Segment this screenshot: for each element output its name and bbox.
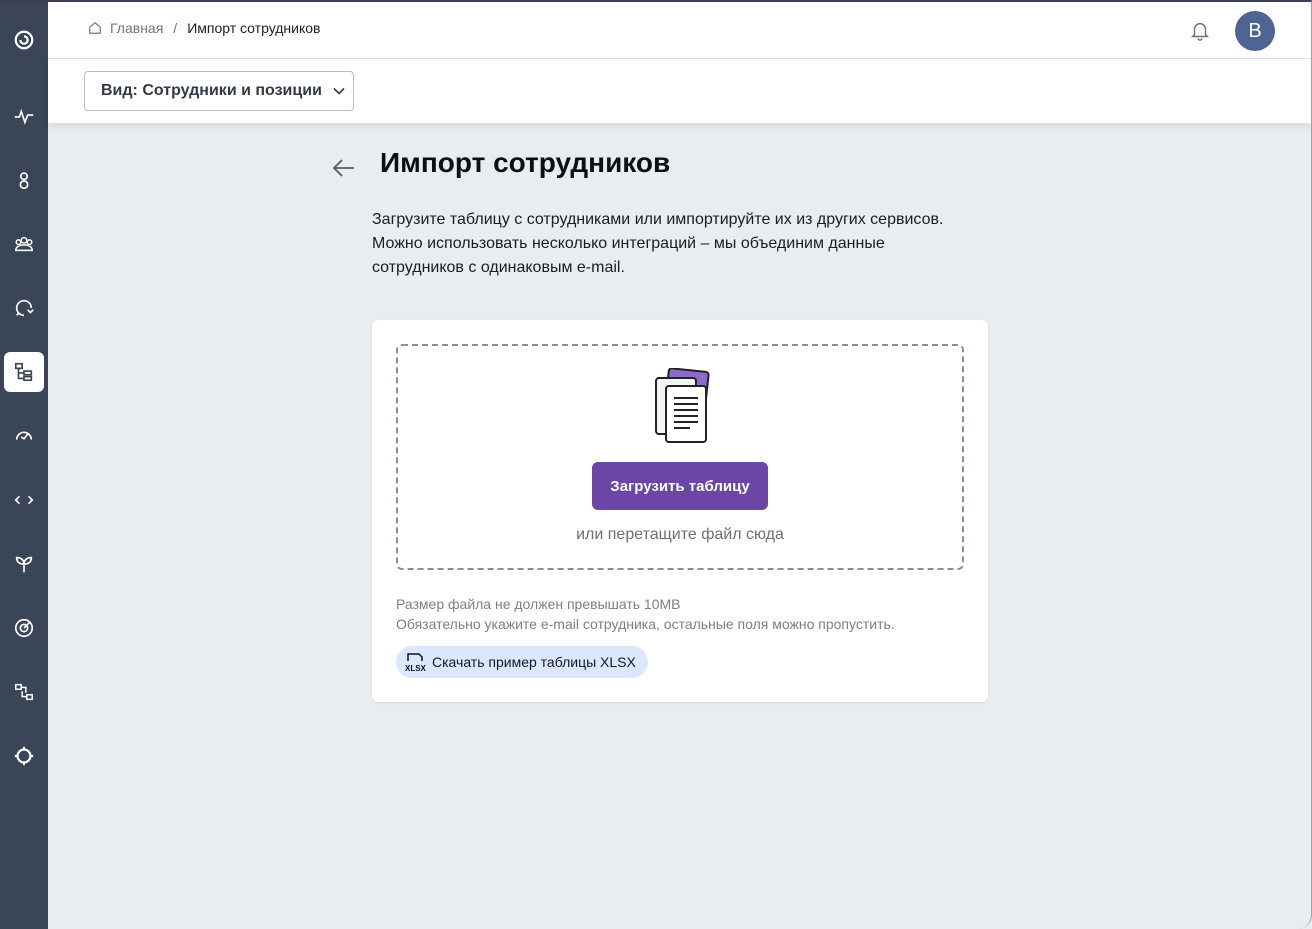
file-hints: Размер файла не должен превышать 10MB Об… [396,594,895,634]
org-structure-icon[interactable] [4,352,44,392]
person-icon[interactable] [4,160,44,200]
integration-icon[interactable] [4,672,44,712]
download-example-button[interactable]: XLSX Скачать пример таблицы XLSX [396,646,648,678]
sidebar [0,2,48,929]
chat-refresh-icon[interactable] [4,288,44,328]
back-arrow-icon[interactable] [332,157,356,179]
target-icon[interactable] [4,608,44,648]
breadcrumb-home-link[interactable]: Главная [110,20,163,36]
logo-spiral-icon[interactable] [4,20,44,60]
top-header: Главная / Импорт сотрудников B [48,2,1311,59]
chevron-down-icon [333,87,345,95]
download-example-label: Скачать пример таблицы XLSX [432,654,636,670]
view-select-dropdown[interactable]: Вид: Сотрудники и позиции [84,71,354,111]
breadcrumb: Главная / Импорт сотрудников [88,20,320,36]
code-arrows-icon[interactable] [4,480,44,520]
intro-text: Загрузите таблицу с сотрудниками или имп… [372,208,982,280]
breadcrumb-separator: / [173,20,178,36]
gear-icon[interactable] [4,736,44,776]
intro-line-1: Загрузите таблицу с сотрудниками или имп… [372,211,944,228]
intro-line-2: Можно использовать несколько интеграций … [372,235,885,252]
home-icon [89,22,101,34]
drop-hint: или перетащите файл сюда [576,526,784,543]
pulse-icon[interactable] [4,96,44,136]
page-title: Импорт сотрудников [380,147,671,178]
document-stack-icon [655,368,710,443]
hint-size: Размер файла не должен превышать 10MB [396,596,681,612]
app-window: Главная / Импорт сотрудников B Вид: Сотр… [0,0,1312,929]
bell-icon[interactable] [1189,20,1211,42]
team-icon[interactable] [4,224,44,264]
file-dropzone[interactable]: Загрузить таблицу или перетащите файл сю… [396,344,964,570]
upload-card: Загрузить таблицу или перетащите файл сю… [372,320,988,702]
speedometer-icon[interactable] [4,416,44,456]
breadcrumb-current: Импорт сотрудников [187,20,321,36]
svg-text:XLSX: XLSX [405,664,426,673]
hint-email: Обязательно укажите e-mail сотрудника, о… [396,616,895,632]
view-select-label: Вид: Сотрудники и позиции [101,82,322,99]
sprout-icon[interactable] [4,544,44,584]
view-bar: Вид: Сотрудники и позиции [48,59,1311,123]
intro-line-3: сотрудников с одинаковым e-mail. [372,259,625,276]
xlsx-file-icon: XLSX [405,653,426,673]
upload-table-button[interactable]: Загрузить таблицу [592,462,768,510]
avatar[interactable]: B [1235,11,1275,51]
